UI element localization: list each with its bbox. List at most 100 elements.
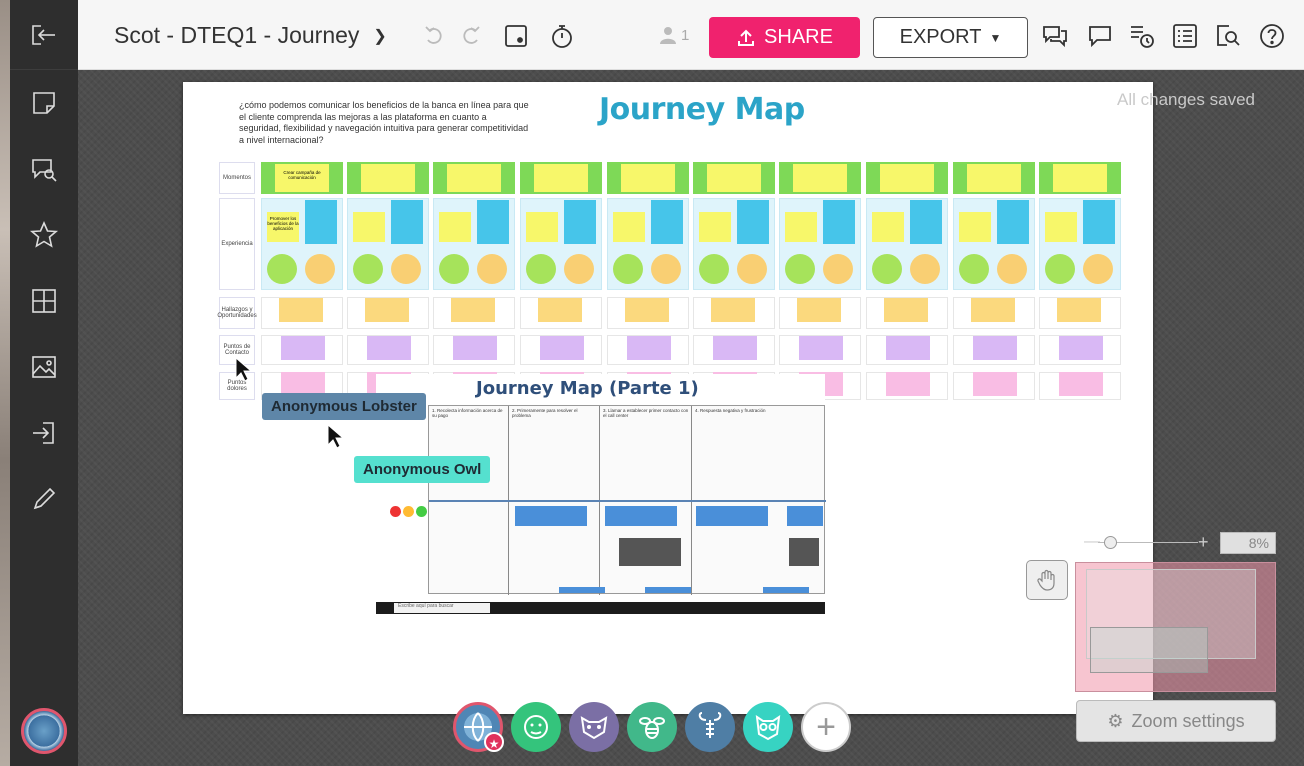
touchpoint-note[interactable] [886, 336, 930, 360]
experience-circle-orange[interactable] [477, 254, 507, 284]
findings-note[interactable] [365, 298, 409, 322]
zoom-slider-handle[interactable] [1104, 536, 1117, 549]
minimap-viewport[interactable] [1090, 627, 1208, 673]
exit-button[interactable] [10, 0, 78, 70]
experience-circle-green[interactable] [785, 254, 815, 284]
moment-note[interactable] [433, 162, 515, 194]
experience-circle-green[interactable] [613, 254, 643, 284]
findings-note[interactable] [451, 298, 495, 322]
participant-gorilla[interactable] [511, 702, 561, 752]
online-users[interactable]: 1 [658, 25, 689, 45]
participant-raccoon[interactable] [569, 702, 619, 752]
experience-circle-orange[interactable] [651, 254, 681, 284]
experience-circle-orange[interactable] [1083, 254, 1113, 284]
participant-bee[interactable] [627, 702, 677, 752]
participant-self[interactable]: ★ [453, 702, 504, 752]
comments-button[interactable] [1086, 22, 1114, 50]
experience-sticky-yellow[interactable] [526, 212, 558, 242]
experience-sticky-blue[interactable] [305, 200, 337, 244]
experience-sticky-blue[interactable] [910, 200, 942, 244]
experience-sticky-yellow[interactable]: Promover los beneficios de la aplicación [267, 212, 299, 242]
outline-button[interactable] [1171, 22, 1199, 50]
moment-note[interactable] [779, 162, 861, 194]
focus-frame-button[interactable] [502, 22, 530, 50]
experience-circle-green[interactable] [699, 254, 729, 284]
moment-note[interactable]: Crear campaña de comunicación [261, 162, 343, 194]
moment-note[interactable] [953, 162, 1035, 194]
embedded-journey-image[interactable]: Journey Map (Parte 1) 1. Recolecta infor… [376, 374, 826, 614]
chat-button[interactable] [1041, 22, 1069, 50]
experience-circle-green[interactable] [526, 254, 556, 284]
undo-button[interactable] [421, 22, 449, 50]
experience-circle-orange[interactable] [910, 254, 940, 284]
moment-note[interactable] [693, 162, 775, 194]
pain-note[interactable] [973, 372, 1017, 396]
experience-sticky-blue[interactable] [564, 200, 596, 244]
findings-note[interactable] [625, 298, 669, 322]
experience-circle-orange[interactable] [823, 254, 853, 284]
experience-sticky-blue[interactable] [391, 200, 423, 244]
touchpoint-note[interactable] [973, 336, 1017, 360]
experience-sticky-blue[interactable] [477, 200, 509, 244]
participant-owl[interactable] [743, 702, 793, 752]
help-button[interactable] [1258, 22, 1286, 50]
image-button[interactable] [10, 334, 78, 400]
findings-note[interactable] [711, 298, 755, 322]
touchpoint-note[interactable] [281, 336, 325, 360]
share-button[interactable]: SHARE [709, 17, 860, 58]
experience-circle-green[interactable] [1045, 254, 1075, 284]
experience-circle-green[interactable] [872, 254, 902, 284]
draw-button[interactable] [10, 466, 78, 532]
minimap[interactable] [1075, 562, 1276, 692]
experience-sticky-blue[interactable] [823, 200, 855, 244]
experience-sticky-blue[interactable] [737, 200, 769, 244]
experience-circle-orange[interactable] [305, 254, 335, 284]
moment-note[interactable] [607, 162, 689, 194]
experience-sticky-yellow[interactable] [439, 212, 471, 242]
moment-note[interactable] [347, 162, 429, 194]
board-title-menu[interactable]: Scot - DTEQ1 - Journey ❯ [114, 22, 387, 49]
experience-circle-green[interactable] [267, 254, 297, 284]
export-button[interactable]: EXPORT ▼ [873, 17, 1028, 58]
findings-note[interactable] [279, 298, 323, 322]
touchpoint-note[interactable] [799, 336, 843, 360]
search-button[interactable] [1214, 22, 1242, 50]
moment-note[interactable] [520, 162, 602, 194]
experience-circle-orange[interactable] [737, 254, 767, 284]
user-avatar[interactable] [21, 708, 67, 754]
findings-note[interactable] [971, 298, 1015, 322]
zoom-in-icon[interactable]: + [1198, 532, 1209, 553]
favorites-button[interactable] [10, 202, 78, 268]
findings-note[interactable] [538, 298, 582, 322]
comment-search-button[interactable] [10, 136, 78, 202]
experience-circle-orange[interactable] [564, 254, 594, 284]
zoom-percentage[interactable]: 8% [1220, 532, 1276, 554]
add-participant-button[interactable]: + [801, 702, 851, 752]
import-button[interactable] [10, 400, 78, 466]
experience-sticky-yellow[interactable] [785, 212, 817, 242]
findings-note[interactable] [884, 298, 928, 322]
experience-circle-green[interactable] [439, 254, 469, 284]
touchpoint-note[interactable] [627, 336, 671, 360]
experience-circle-green[interactable] [353, 254, 383, 284]
experience-sticky-yellow[interactable] [613, 212, 645, 242]
redo-button[interactable] [456, 22, 484, 50]
experience-circle-orange[interactable] [997, 254, 1027, 284]
moment-note[interactable] [1039, 162, 1121, 194]
experience-sticky-yellow[interactable] [353, 212, 385, 242]
activity-history-button[interactable] [1128, 22, 1156, 50]
moment-note[interactable] [866, 162, 948, 194]
touchpoint-note[interactable] [367, 336, 411, 360]
zoom-settings-button[interactable]: ⚙ Zoom settings [1076, 700, 1276, 742]
sticky-note-button[interactable] [10, 70, 78, 136]
experience-sticky-yellow[interactable] [872, 212, 904, 242]
touchpoint-note[interactable] [453, 336, 497, 360]
findings-note[interactable] [797, 298, 841, 322]
findings-note[interactable] [1057, 298, 1101, 322]
touchpoint-note[interactable] [1059, 336, 1103, 360]
touchpoint-note[interactable] [540, 336, 584, 360]
experience-sticky-blue[interactable] [651, 200, 683, 244]
experience-sticky-yellow[interactable] [699, 212, 731, 242]
pan-mode-button[interactable] [1026, 560, 1068, 600]
experience-sticky-yellow[interactable] [1045, 212, 1077, 242]
